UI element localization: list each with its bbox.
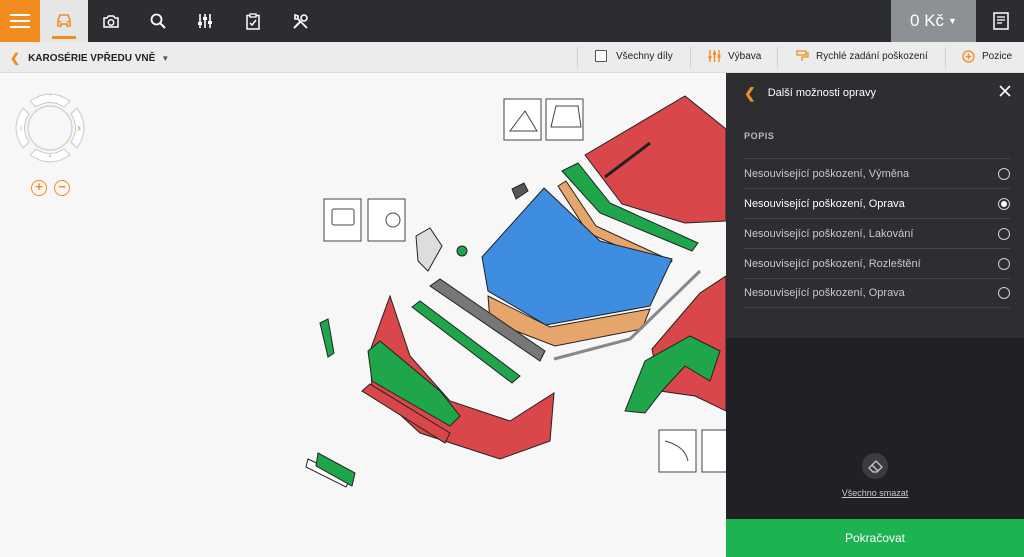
options-list: Nesouvisející poškození, Výměna Nesouvis… <box>744 158 1010 308</box>
option-label: Nesouvisející poškození, Rozleštění <box>744 257 921 270</box>
section-label: POPIS <box>744 131 775 141</box>
clipboard-icon <box>246 12 260 30</box>
option-label: Nesouvisející poškození, Výměna <box>744 167 910 180</box>
close-icon[interactable] <box>998 84 1012 98</box>
panel-header: ❮ Další možnosti opravy <box>726 73 1024 113</box>
search-button[interactable] <box>135 0 181 42</box>
camera-button[interactable] <box>88 0 134 42</box>
menu-icon <box>10 14 30 28</box>
car-parts-diagram <box>305 95 726 488</box>
zoom-out-button[interactable]: − <box>54 180 70 196</box>
zoom-in-button[interactable]: + <box>31 180 47 196</box>
tools-button[interactable] <box>277 0 323 42</box>
option-row[interactable]: Nesouvisející poškození, Oprava <box>744 278 1010 308</box>
rotation-pad[interactable]: ˄ ‹ › ˅ <box>12 89 90 169</box>
price-dropdown[interactable]: 0 Kč ▼ <box>891 0 976 42</box>
quick-damage-label: Rychlé zadání poškození <box>816 50 928 62</box>
all-parts-label: Všechny díly <box>616 50 673 62</box>
option-row[interactable]: Nesouvisející poškození, Oprava <box>744 188 1010 218</box>
clipboard-button[interactable] <box>230 0 276 42</box>
equipment-label: Výbava <box>728 50 762 62</box>
plus-circle-icon <box>962 50 975 63</box>
divider <box>777 47 778 68</box>
divider <box>945 47 946 68</box>
chevron-down-icon: ˅ <box>48 155 53 165</box>
option-label: Nesouvisející poškození, Lakování <box>744 227 914 240</box>
search-icon <box>150 13 166 29</box>
top-toolbar: 0 Kč ▼ <box>0 0 1024 42</box>
foglight-thumbnail[interactable] <box>367 198 406 242</box>
eraser-icon <box>867 459 883 473</box>
category-selector[interactable]: ❮ KAROSÉRIE VPŘEDU VNĚ ▼ <box>10 51 169 65</box>
price-value: 0 Kč <box>910 11 945 30</box>
erase-all-link[interactable]: Všechno smazat <box>726 488 1024 498</box>
chevron-left-icon: ‹ <box>19 123 23 134</box>
paint-roller-icon <box>796 50 809 62</box>
headlight-thumbnail[interactable] <box>323 198 362 242</box>
erase-all-control: Všechno smazat <box>726 453 1024 498</box>
headlight-part[interactable] <box>415 227 443 272</box>
menu-button[interactable] <box>0 0 40 42</box>
quick-damage-button[interactable]: Rychlé zadání poškození <box>796 50 928 62</box>
settings-button[interactable] <box>182 0 228 42</box>
wiper-thumbnail[interactable] <box>503 98 542 141</box>
car-tab-button[interactable] <box>40 0 88 42</box>
option-row[interactable]: Nesouvisející poškození, Výměna <box>744 158 1010 188</box>
all-parts-toggle[interactable]: Všechny díly <box>595 50 673 62</box>
emblem-part[interactable] <box>456 245 468 257</box>
caret-down-icon: ▼ <box>161 53 170 63</box>
option-row[interactable]: Nesouvisející poškození, Lakování <box>744 218 1010 248</box>
caret-down-icon: ▼ <box>948 16 957 26</box>
parts-canvas: ˄ ‹ › ˅ + − <box>0 73 726 557</box>
receipt-icon <box>993 12 1009 30</box>
erase-all-button[interactable] <box>862 453 888 479</box>
chevron-right-icon: › <box>77 121 82 135</box>
bracket-part[interactable] <box>319 318 335 358</box>
clip-part[interactable] <box>511 182 529 200</box>
option-label: Nesouvisející poškození, Oprava <box>744 287 905 299</box>
option-radio[interactable] <box>998 257 1010 270</box>
category-bar: ❮ KAROSÉRIE VPŘEDU VNĚ ▼ Všechny díly Vý… <box>0 42 1024 73</box>
tools-icon <box>292 13 308 29</box>
category-title: KAROSÉRIE VPŘEDU VNĚ <box>28 52 156 64</box>
sliders-icon <box>198 14 212 28</box>
position-button[interactable]: Pozice <box>962 50 1012 63</box>
equipment-button[interactable]: Výbava <box>708 50 761 62</box>
back-chevron-icon[interactable]: ❮ <box>10 51 20 65</box>
windshield-thumbnail[interactable] <box>545 98 584 141</box>
receipt-button[interactable] <box>978 0 1024 42</box>
option-label: Nesouvisející poškození, Oprava <box>744 197 905 210</box>
option-radio[interactable] <box>998 287 1010 299</box>
repair-options-panel: ❮ Další možnosti opravy POPIS Nesouvisej… <box>726 73 1024 557</box>
back-chevron-icon[interactable]: ❮ <box>744 85 756 102</box>
bracket-thumbnail[interactable] <box>658 429 697 473</box>
divider <box>690 47 691 68</box>
option-radio[interactable] <box>998 197 1010 210</box>
camera-icon <box>103 14 119 28</box>
mount-thumbnail[interactable] <box>701 429 726 473</box>
panel-title: Další možnosti opravy <box>767 87 876 99</box>
position-label: Pozice <box>982 51 1013 62</box>
panel-body: POPIS Nesouvisející poškození, Výměna Ne… <box>726 113 1024 338</box>
option-radio[interactable] <box>998 227 1010 240</box>
continue-button[interactable]: Pokračovat <box>726 519 1024 557</box>
all-parts-checkbox[interactable] <box>595 50 607 62</box>
option-row[interactable]: Nesouvisející poškození, Rozleštění <box>744 248 1010 278</box>
sliders-icon <box>708 50 721 62</box>
car-icon <box>57 14 71 27</box>
divider <box>577 47 578 68</box>
chevron-up-icon: ˄ <box>48 94 52 103</box>
option-radio[interactable] <box>998 167 1010 180</box>
